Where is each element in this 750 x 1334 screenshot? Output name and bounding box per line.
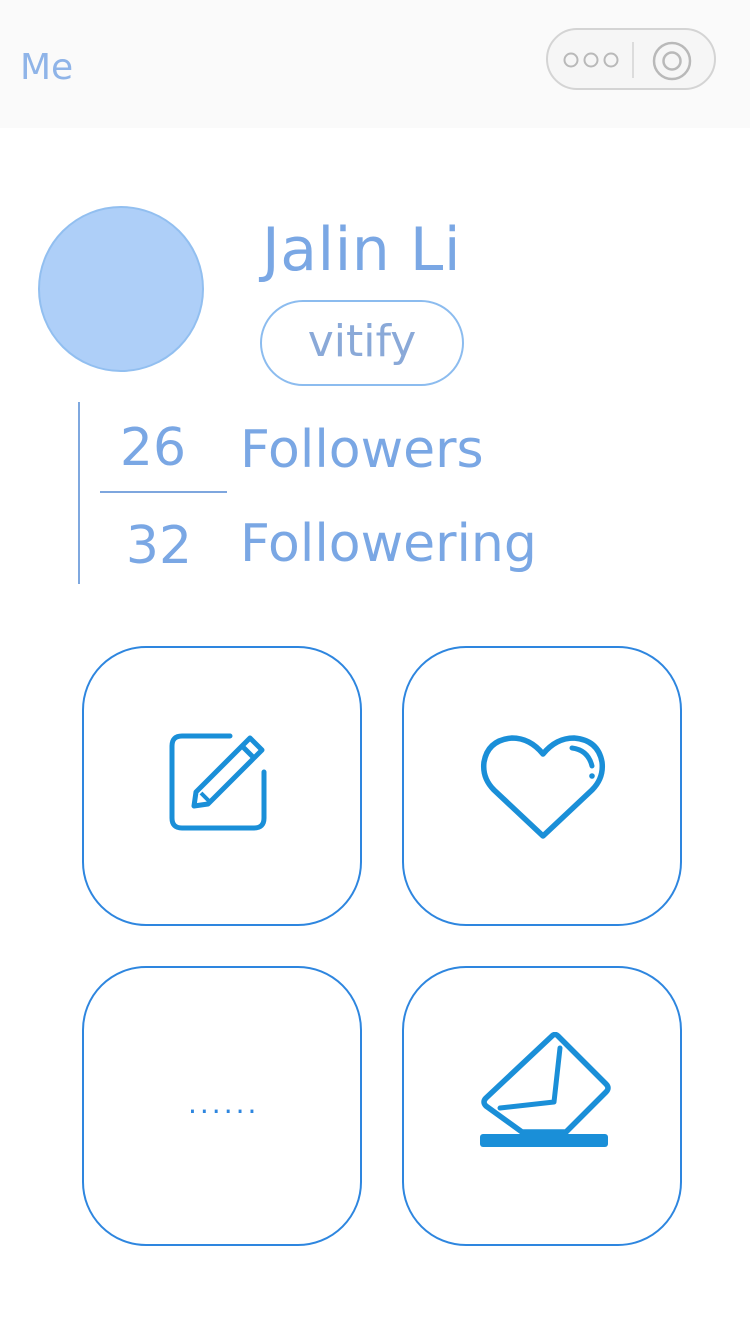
target-circle-icon[interactable] (652, 41, 692, 81)
edit-pencil-icon (169, 733, 267, 831)
edit-tile-button[interactable] (82, 646, 362, 926)
following-count[interactable]: 32 (104, 516, 214, 576)
followers-label[interactable]: Followers (240, 420, 484, 480)
mail-tile-button[interactable] (402, 966, 682, 1246)
stats-divider (100, 491, 227, 493)
user-tag[interactable]: vitify (260, 300, 464, 386)
more-dots-icon[interactable] (562, 46, 620, 74)
like-tile-button[interactable] (402, 646, 682, 926)
ellipsis-text: ...... (188, 1087, 260, 1120)
stats-vertical-line (78, 402, 80, 584)
user-name: Jalin Li (262, 215, 461, 285)
mini-program-capsule[interactable] (546, 28, 716, 90)
capsule-divider (632, 42, 634, 78)
avatar[interactable] (38, 206, 204, 372)
top-navbar: Me (0, 0, 750, 128)
more-tile-button[interactable]: ...... (82, 966, 362, 1246)
page-title: Me (20, 47, 74, 88)
profile-page: Me Jalin Li vitify 26 Followers 32 Follo… (0, 0, 750, 1334)
following-label[interactable]: Followering (240, 514, 537, 574)
envelope-drop-icon (480, 1032, 611, 1147)
followers-count[interactable]: 26 (98, 418, 208, 478)
heart-icon (480, 735, 606, 839)
